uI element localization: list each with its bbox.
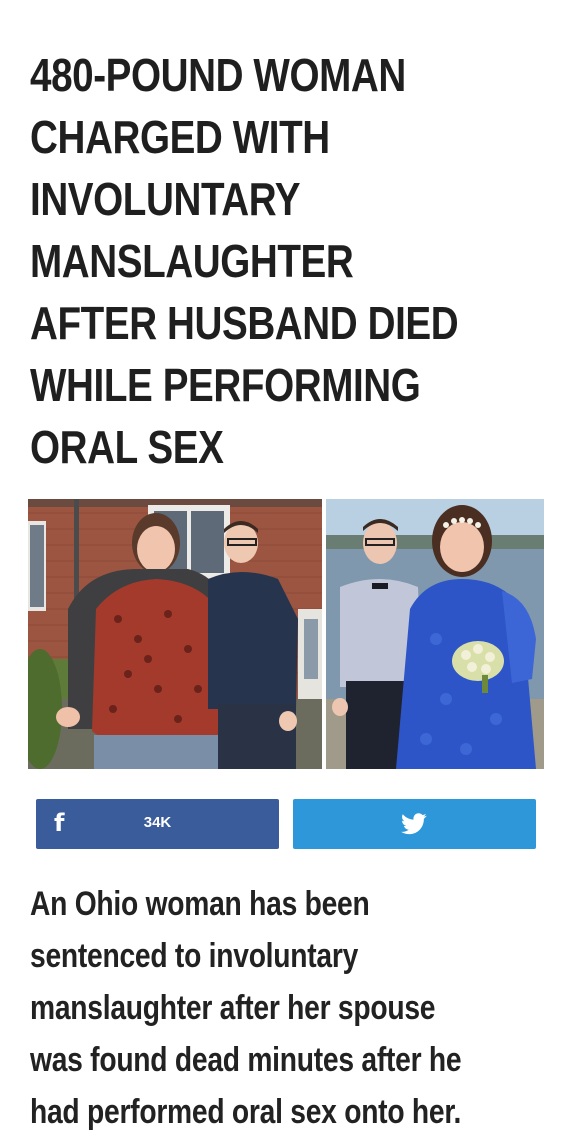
article-headline: 480-POUND WOMAN CHARGED WITH INVOLUNTARY…: [30, 44, 467, 478]
headline-line: 480-POUND WOMAN: [30, 49, 406, 101]
facebook-share-button[interactable]: f 34K: [36, 799, 279, 849]
twitter-bird-icon: [401, 813, 427, 835]
photo-couple-house: [28, 499, 322, 769]
photo-couple-wedding: [326, 499, 544, 769]
article-photo-right: [326, 499, 544, 769]
headline-line: CHARGED WITH: [30, 111, 330, 163]
lede-line: An Ohio woman has been: [30, 885, 370, 923]
lede-line: sentenced to involuntary: [30, 937, 359, 975]
lede-line: manslaughter after her spouse: [30, 989, 436, 1027]
article-lede: An Ohio woman has been sentenced to invo…: [30, 878, 528, 1138]
headline-line: ORAL SEX: [30, 421, 224, 473]
lede-line: was found dead minutes after he: [30, 1041, 462, 1079]
share-count: 34K: [143, 814, 172, 831]
headline-line: MANSLAUGHTER: [30, 235, 354, 287]
article-photo-left: [28, 499, 322, 769]
twitter-share-button[interactable]: [293, 799, 536, 849]
headline-line: AFTER HUSBAND DIED: [30, 297, 459, 349]
headline-line: WHILE PERFORMING: [30, 359, 421, 411]
lede-line: had performed oral sex onto her.: [30, 1093, 462, 1131]
headline-line: INVOLUNTARY: [30, 173, 301, 225]
